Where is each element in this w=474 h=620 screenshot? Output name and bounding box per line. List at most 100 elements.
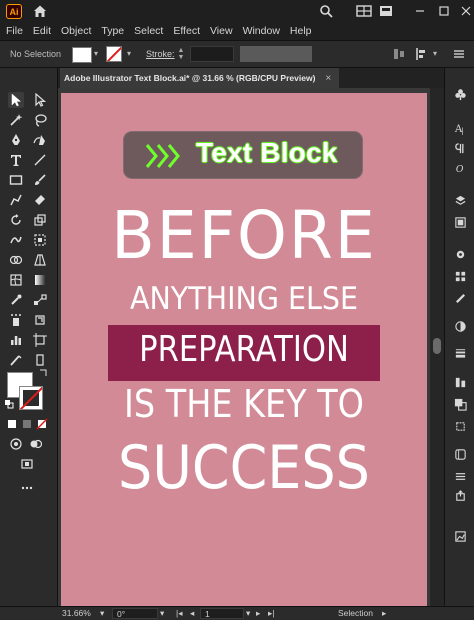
screen-mode-icon[interactable] [19, 456, 35, 472]
document-tab[interactable]: Adobe Illustrator Text Block.ai* @ 31.66… [60, 68, 340, 88]
direct-selection-tool-icon[interactable] [32, 92, 48, 108]
gradient-mode-icon[interactable] [21, 418, 33, 430]
last-artboard-icon[interactable]: ▸| [268, 608, 274, 619]
artboard-number-field[interactable]: 1 [200, 608, 244, 619]
variable-width-profile[interactable] [240, 46, 312, 62]
artboard-dropdown-icon[interactable]: ▾ [246, 608, 250, 619]
brushes-panel-icon[interactable] [452, 290, 468, 306]
fill-dropdown-icon[interactable]: ▾ [91, 48, 101, 60]
home-icon[interactable] [32, 3, 48, 19]
first-artboard-icon[interactable]: |◂ [176, 608, 182, 619]
minimize-icon[interactable] [412, 3, 428, 19]
curvature-icon[interactable] [32, 132, 48, 148]
menu-file[interactable]: File [0, 25, 28, 37]
menu-type[interactable]: Type [96, 25, 129, 37]
vertical-scrollbar[interactable] [430, 88, 444, 606]
symbol-sprayer-icon[interactable] [8, 312, 24, 328]
shape-builder-icon[interactable] [8, 252, 24, 268]
search-icon[interactable] [318, 3, 334, 19]
graphic-styles-icon[interactable] [452, 268, 468, 284]
rotation-field[interactable]: 0° [112, 608, 158, 619]
transform-icon[interactable] [414, 47, 428, 61]
menu-select[interactable]: Select [129, 25, 168, 37]
stroke-color-box[interactable] [19, 386, 43, 410]
zoom-level[interactable]: 31.66% [62, 608, 91, 618]
more-tools-icon[interactable] [19, 480, 35, 496]
eyedropper-icon[interactable] [8, 292, 24, 308]
workspace-icon[interactable] [356, 3, 372, 19]
menu-object[interactable]: Object [56, 25, 96, 37]
pathfinder-panel-icon[interactable] [452, 396, 468, 412]
slice-icon[interactable] [8, 352, 24, 368]
previous-artboard-icon[interactable]: ◂ [190, 608, 194, 619]
align-panel-icon[interactable] [452, 374, 468, 390]
stroke-weight-input[interactable] [190, 46, 234, 62]
properties-panel-icon[interactable] [452, 468, 468, 484]
shaper-icon[interactable] [8, 192, 24, 208]
transform-dropdown-icon[interactable]: ▾ [430, 48, 440, 60]
arrange-icon[interactable] [378, 3, 394, 19]
rectangle-tool-icon[interactable] [8, 172, 24, 188]
stroke-color-swatch[interactable] [106, 46, 122, 62]
close-tab-icon[interactable]: × [325, 73, 331, 84]
stroke-weight-stepper[interactable]: ▲ ▼ [176, 47, 186, 61]
artboard[interactable]: Text Block BEFORE ANYTHING ELSE PREPARAT… [61, 93, 427, 606]
pen-tool-icon[interactable] [8, 132, 24, 148]
artboard-tool-icon[interactable] [32, 332, 48, 348]
rotation-dropdown-icon[interactable]: ▾ [160, 608, 164, 619]
free-transform-icon[interactable] [32, 232, 48, 248]
menu-window[interactable]: Window [238, 25, 285, 37]
gradient-icon[interactable] [32, 272, 48, 288]
draw-behind-icon[interactable] [28, 436, 44, 452]
libraries-panel-icon[interactable] [452, 446, 468, 462]
menu-effect[interactable]: Effect [168, 25, 205, 37]
swap-colors-icon[interactable] [38, 368, 48, 378]
menu-view[interactable]: View [205, 25, 238, 37]
next-artboard-icon[interactable]: ▸ [256, 608, 260, 619]
menu-help[interactable]: Help [285, 25, 317, 37]
stroke-panel-icon[interactable] [452, 344, 468, 360]
zoom-dropdown-icon[interactable]: ▾ [100, 608, 104, 619]
default-colors-icon[interactable] [4, 399, 14, 409]
canvas-area[interactable]: Text Block BEFORE ANYTHING ELSE PREPARAT… [58, 88, 430, 606]
fill-color-swatch[interactable] [72, 47, 92, 63]
artboards-panel-icon[interactable] [452, 214, 468, 230]
blend-icon[interactable] [32, 292, 48, 308]
line-tool-icon[interactable] [32, 152, 48, 168]
image-trace-icon[interactable] [452, 528, 468, 544]
lasso-icon[interactable] [32, 112, 48, 128]
symbol-shifter-icon[interactable] [32, 312, 48, 328]
selection-tool-icon[interactable] [8, 92, 24, 108]
transparency-panel-icon[interactable] [452, 318, 468, 334]
maximize-icon[interactable] [436, 3, 452, 19]
club-panel-icon[interactable] [452, 86, 468, 102]
stroke-label[interactable]: Stroke: [146, 49, 175, 59]
type-tool-icon[interactable] [8, 152, 24, 168]
appearance-panel-icon[interactable] [452, 246, 468, 262]
menu-edit[interactable]: Edit [28, 25, 56, 37]
panel-options-icon[interactable] [452, 47, 466, 61]
mesh-icon[interactable] [8, 272, 24, 288]
scrollbar-thumb[interactable] [433, 338, 441, 354]
close-window-icon[interactable] [458, 3, 474, 19]
column-graph-icon[interactable] [8, 332, 24, 348]
transform-panel-icon[interactable] [452, 418, 468, 434]
paintbrush-icon[interactable] [32, 172, 48, 188]
magic-wand-icon[interactable] [8, 112, 24, 128]
asset-export-icon[interactable] [452, 488, 468, 504]
perspective-icon[interactable] [32, 252, 48, 268]
rotate-icon[interactable] [8, 212, 24, 228]
scale-icon[interactable] [32, 212, 48, 228]
align-icon[interactable] [392, 47, 406, 61]
none-mode-icon[interactable] [36, 418, 48, 430]
paragraph-panel-icon[interactable] [452, 140, 468, 156]
draw-mode-icon[interactable] [8, 436, 24, 452]
eraser-icon[interactable] [32, 192, 48, 208]
status-menu-icon[interactable]: ▸ [382, 608, 386, 619]
color-mode-icon[interactable] [6, 418, 18, 430]
opentype-panel-icon[interactable]: O [452, 160, 468, 176]
layers-panel-icon[interactable] [452, 192, 468, 208]
stroke-dropdown-icon[interactable]: ▾ [124, 48, 134, 60]
warp-icon[interactable] [8, 232, 24, 248]
character-panel-icon[interactable]: A | [452, 120, 468, 136]
